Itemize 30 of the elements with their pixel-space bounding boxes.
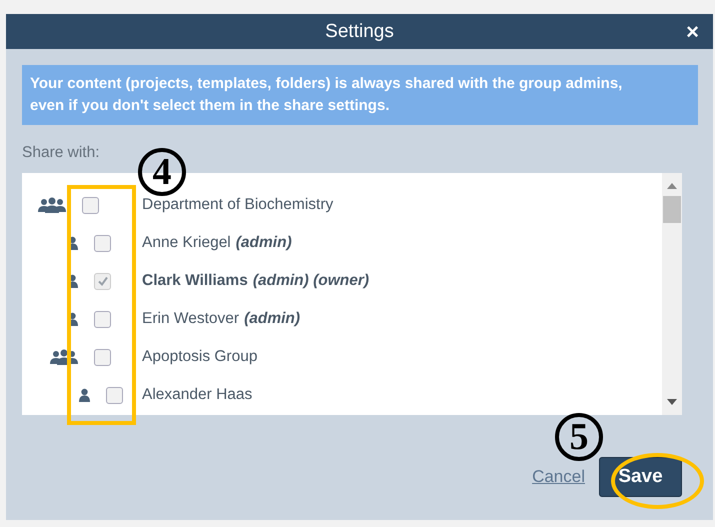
scroll-down-icon[interactable]	[667, 399, 677, 405]
info-banner: Your content (projects, templates, folders) is always shared with the group admins, even if you don't select them in the share settings.	[22, 65, 698, 125]
group-icon	[38, 197, 66, 213]
step-number: 5	[555, 413, 603, 461]
member-name: Apoptosis Group	[142, 348, 258, 366]
scroll-up-icon[interactable]	[667, 183, 677, 189]
save-button[interactable]: Save	[599, 457, 682, 497]
checkbox[interactable]	[94, 234, 111, 252]
close-button[interactable]: ×	[686, 19, 699, 45]
checkbox[interactable]	[94, 348, 111, 366]
role-label: (admin)	[244, 310, 300, 328]
checkmark-icon	[96, 275, 108, 287]
member-name: Alexander Haas	[142, 386, 252, 404]
role-label: (admin) (owner)	[252, 272, 370, 290]
member-name: Anne Kriegel	[142, 234, 231, 252]
step-number: 4	[138, 148, 186, 196]
member-name: Department of Biochemistry	[142, 196, 334, 214]
member-name: Erin Westover	[142, 310, 240, 328]
role-label: (admin)	[236, 234, 292, 252]
group-icon	[50, 349, 78, 365]
share-label: Share with:	[22, 144, 101, 162]
member-name: Clark Williams	[142, 272, 248, 290]
window-title: Settings	[325, 20, 394, 42]
checkbox[interactable]	[106, 386, 123, 404]
scroll-thumb[interactable]	[663, 196, 681, 223]
checkbox[interactable]	[94, 310, 111, 328]
person-icon	[79, 388, 90, 402]
checkbox[interactable]	[82, 196, 99, 214]
scrollbar[interactable]	[662, 173, 682, 415]
checkbox[interactable]	[94, 272, 111, 290]
